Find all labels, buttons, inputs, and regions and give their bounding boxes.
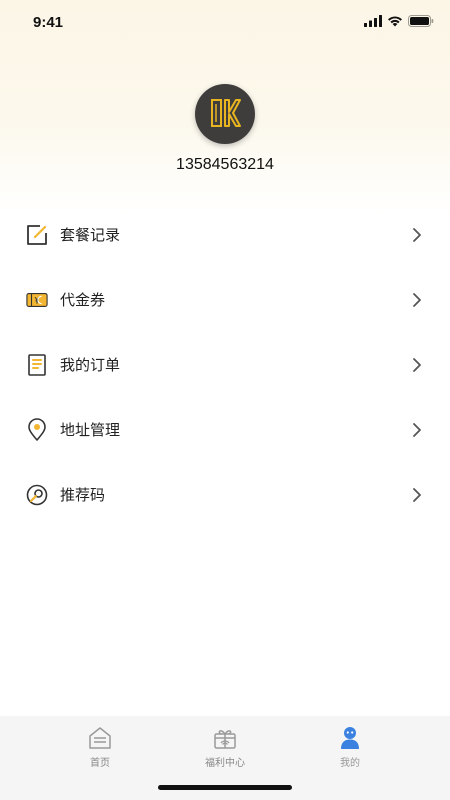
menu-item-package-records[interactable]: 套餐记录 [0,202,450,267]
menu-item-label: 代金券 [60,291,106,309]
status-icons [364,15,434,27]
menu-item-label: 推荐码 [60,486,106,504]
menu-item-my-orders[interactable]: 我的订单 [0,332,450,397]
menu-item-referral-code[interactable]: 推荐码 [0,462,450,527]
location-pin-icon [26,417,48,441]
battery-icon [408,15,434,27]
tab-home[interactable]: 首页 [70,726,130,769]
user-icon [320,726,380,750]
avatar[interactable] [195,84,255,144]
edit-note-icon [26,224,48,246]
menu-list: 套餐记录 代金券 我的订单 地址管理 推荐码 [0,202,450,527]
order-list-icon [26,353,48,376]
menu-item-label: 套餐记录 [60,226,121,244]
status-time: 9:41 [33,14,64,31]
signal-icon [364,15,382,27]
chevron-right-icon [412,486,424,504]
voucher-icon [26,289,48,311]
tab-label: 首页 [90,758,110,769]
chevron-right-icon [412,356,424,374]
menu-item-label: 我的订单 [60,356,121,374]
menu-item-vouchers[interactable]: 代金券 [0,267,450,332]
menu-item-address-management[interactable]: 地址管理 [0,397,450,462]
chevron-right-icon [412,291,424,309]
tab-mine[interactable]: 我的 [320,726,380,769]
tab-label: 福利中心 [205,758,245,769]
profile-section: 13584563214 [0,84,450,174]
avatar-logo-icon [211,99,241,127]
tab-welfare-center[interactable]: 福利中心 [195,726,255,769]
home-indicator [158,785,292,790]
user-phone: 13584563214 [176,156,274,173]
status-bar: 9:41 [0,0,450,44]
tab-label: 我的 [340,758,360,769]
gift-icon [195,726,255,750]
wifi-icon [388,16,402,27]
home-icon [70,726,130,750]
chevron-right-icon [412,226,424,244]
referral-code-icon [26,484,48,506]
menu-item-label: 地址管理 [60,421,121,439]
chevron-right-icon [412,421,424,439]
